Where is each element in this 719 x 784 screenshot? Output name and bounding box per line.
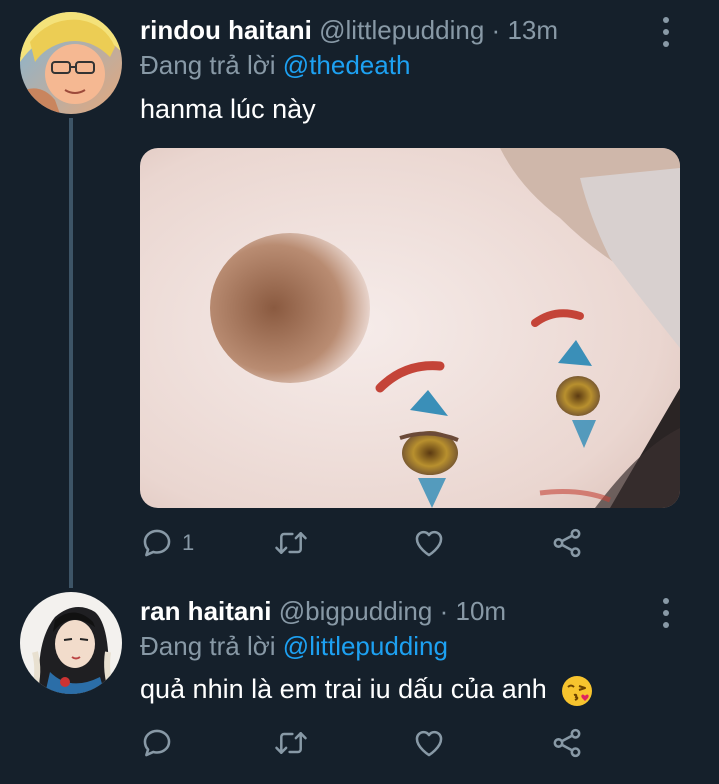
tweet-header: rindou haitani @littlepudding · 13m (140, 14, 558, 46)
display-name[interactable]: rindou haitani (140, 15, 312, 45)
retweet-button[interactable] (273, 523, 309, 563)
more-icon[interactable] (656, 17, 676, 47)
replying-prefix: Đang trả lời (140, 50, 276, 80)
retweet-icon (275, 532, 307, 554)
tweet-text: quả nhin là em trai iu dấu của anh (140, 674, 547, 704)
share-button[interactable] (550, 723, 584, 763)
like-button[interactable] (412, 723, 446, 763)
tweet-actions: 1 (140, 523, 600, 563)
mention-link[interactable]: @thedeath (283, 50, 411, 80)
like-button[interactable] (412, 523, 446, 563)
reply-icon (143, 529, 171, 557)
replying-to: Đang trả lời @littlepudding (140, 630, 448, 662)
tweet-media-image[interactable] (140, 148, 680, 508)
share-button[interactable] (550, 523, 584, 563)
replying-to: Đang trả lời @thedeath (140, 49, 410, 81)
reply-icon (143, 729, 171, 757)
user-handle[interactable]: @littlepudding (319, 15, 484, 45)
reply-button[interactable]: 1 (140, 523, 194, 563)
thread-line (69, 118, 73, 588)
avatar[interactable] (20, 592, 122, 694)
tweet-header: ran haitani @bigpudding · 10m (140, 595, 506, 627)
separator-dot: · (439, 596, 449, 626)
separator-dot: · (491, 15, 501, 45)
share-icon (553, 728, 581, 758)
retweet-button[interactable] (273, 723, 309, 763)
share-icon (553, 528, 581, 558)
like-icon (415, 730, 443, 757)
tweet-2[interactable]: ran haitani @bigpudding · 10m Đang trả l… (0, 590, 719, 784)
tweet-1[interactable]: rindou haitani @littlepudding · 13m Đang… (0, 0, 719, 590)
avatar[interactable] (20, 12, 122, 114)
kissing-face-emoji (562, 675, 593, 706)
more-icon[interactable] (656, 598, 676, 628)
retweet-icon (275, 732, 307, 754)
tweet-text-row: quả nhin là em trai iu dấu của anh (140, 672, 594, 708)
replying-prefix: Đang trả lời (140, 631, 276, 661)
timestamp[interactable]: 13m (507, 15, 558, 45)
tweet-actions (140, 723, 600, 763)
display-name[interactable]: ran haitani (140, 596, 271, 626)
reply-count: 1 (182, 530, 195, 555)
timestamp[interactable]: 10m (456, 596, 507, 626)
mention-link[interactable]: @littlepudding (283, 631, 448, 661)
like-icon (415, 530, 443, 557)
user-handle[interactable]: @bigpudding (279, 596, 433, 626)
tweet-text: hanma lúc này (140, 94, 316, 124)
reply-button[interactable] (140, 723, 174, 763)
